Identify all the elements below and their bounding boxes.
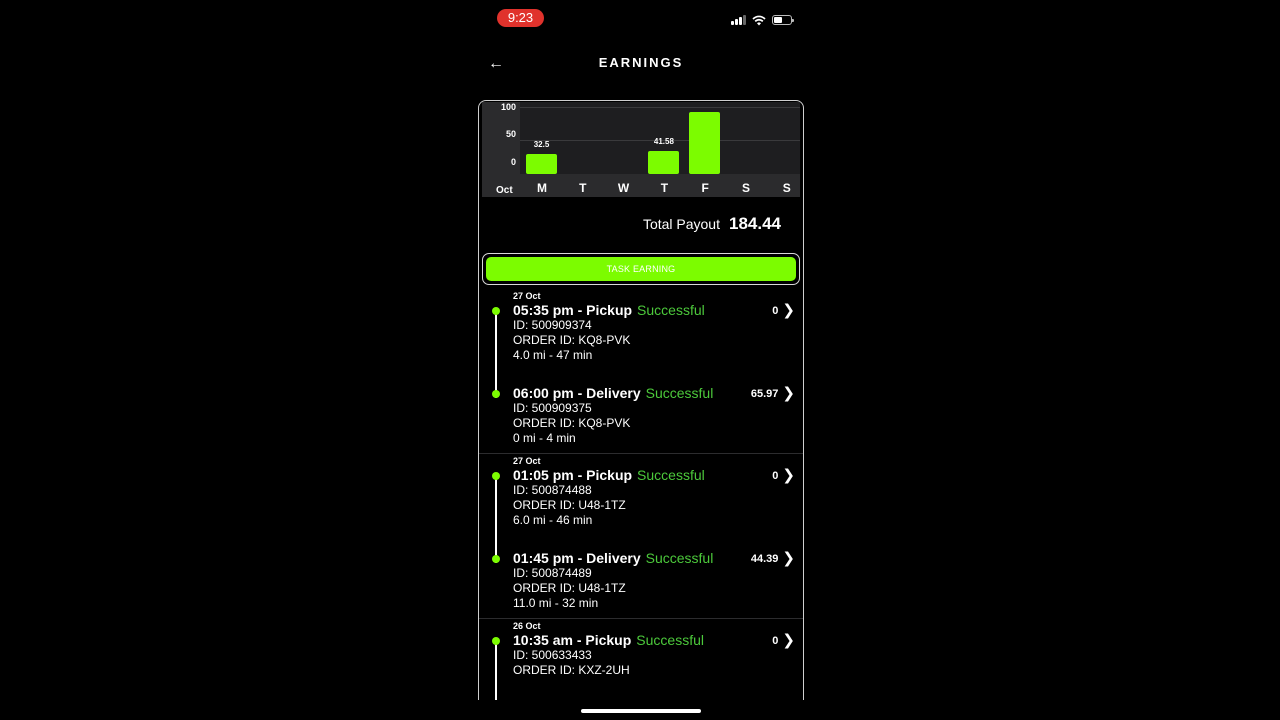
task-amount-value: 0 — [772, 634, 779, 647]
task-date: 27 Oct — [513, 456, 541, 466]
tab-container: TASK EARNING — [482, 253, 800, 285]
task-amount-value: 0 — [772, 304, 779, 317]
task-time-type-text: 10:35 am - Pickup — [513, 632, 632, 648]
y-tick-label: 50 — [505, 129, 516, 139]
chart-bar[interactable] — [689, 112, 721, 174]
chevron-right-icon: ❯ — [782, 385, 795, 402]
timeline-dot — [492, 555, 500, 563]
timeline-line — [495, 311, 497, 398]
task-id: ID: 500874489 — [513, 566, 592, 580]
task-time-type: 10:35 am - Pickup Successful — [513, 632, 793, 648]
task-order-id: ORDER ID: KXZ-2UH — [513, 663, 630, 677]
task-amount-value: 44.39 — [750, 552, 779, 565]
chart-bar[interactable] — [648, 150, 680, 174]
task-time-type: 05:35 pm - Pickup Successful — [513, 302, 793, 318]
task-status: Successful — [636, 632, 704, 648]
task-order-id: ORDER ID: U48-1TZ — [513, 498, 626, 512]
task-id: ID: 500874488 — [513, 483, 592, 497]
task-amount-value: 65.97 — [750, 387, 779, 400]
x-tick-label: S — [782, 181, 791, 195]
timeline-dot — [492, 637, 500, 645]
task-date: 26 Oct — [513, 621, 541, 631]
home-indicator — [581, 709, 701, 713]
battery-icon — [772, 15, 794, 25]
chart-bar[interactable] — [526, 154, 557, 174]
task-group: 26 Oct 10:35 am - Pickup Successful ID: 500… — [479, 619, 803, 700]
task-distance: 11.0 mi - 32 min — [513, 596, 599, 610]
task-amount[interactable]: 65.97 ❯ — [751, 386, 795, 401]
total-payout-value: 184.44 — [729, 214, 781, 233]
x-tick-label: M — [537, 181, 547, 195]
task-order-id: ORDER ID: KQ8-PVK — [513, 416, 631, 430]
signal-icon — [731, 15, 746, 25]
earnings-card: 32.5 41.58 Oct M T W T F S S 100 50 0 Total Payout… — [478, 100, 804, 700]
task-distance: 0 mi - 4 min — [513, 431, 576, 445]
task-distance: 6.0 mi - 46 min — [513, 513, 593, 527]
task-amount[interactable]: 0 ❯ — [772, 633, 795, 648]
chevron-right-icon: ❯ — [782, 302, 795, 319]
tab-task-earning[interactable]: TASK EARNING — [486, 257, 796, 281]
phone-screen: 9:23 ← EARNINGS 32.5 41.58 Oct M T W T F S S 100… — [478, 0, 804, 720]
timeline-dot — [492, 390, 500, 398]
total-payout-label: Total Payout — [642, 216, 720, 232]
bar-value-label: 41.58 — [653, 136, 674, 146]
earnings-bar-chart: 32.5 41.58 Oct M T W T F S S 100 50 0 — [482, 102, 800, 197]
task-amount[interactable]: 0 ❯ — [772, 303, 795, 318]
chart-month-label: Oct — [496, 185, 513, 196]
chevron-right-icon: ❯ — [782, 550, 795, 567]
task-status: Successful — [637, 302, 705, 318]
status-icons — [731, 14, 794, 26]
bar-value-label: 32.5 — [533, 140, 550, 149]
timeline-line — [495, 476, 497, 563]
timeline-line — [495, 641, 497, 700]
y-tick-label: 100 — [500, 102, 516, 112]
task-time-type-text: 01:05 pm - Pickup — [513, 467, 633, 483]
task-amount[interactable]: 0 ❯ — [772, 468, 795, 483]
chart-plot-area: 32.5 41.58 — [520, 102, 800, 174]
task-status: Successful — [637, 467, 705, 483]
x-tick-label: F — [701, 181, 709, 195]
task-id: ID: 500633433 — [513, 648, 592, 662]
y-tick-label: 0 — [510, 157, 516, 167]
page-title: EARNINGS — [598, 55, 684, 70]
task-time-type-text: 06:00 pm - Delivery — [513, 385, 641, 401]
wifi-icon — [752, 15, 766, 25]
task-order-id: ORDER ID: KQ8-PVK — [513, 333, 631, 347]
task-list: 27 Oct 05:35 pm - Pickup Successful ID: 500… — [479, 289, 803, 700]
task-entry[interactable]: 05:35 pm - Pickup Successful ID: 500909374… — [513, 302, 793, 363]
total-payout: Total Payout 184.44 — [643, 214, 781, 234]
task-status: Successful — [645, 550, 714, 566]
task-date: 27 Oct — [513, 291, 541, 301]
x-tick-label: T — [579, 181, 587, 195]
task-time-type: 01:05 pm - Pickup Successful — [513, 467, 793, 483]
task-id: ID: 500909374 — [513, 318, 592, 332]
task-amount-value: 0 — [772, 469, 779, 482]
x-tick-label: S — [741, 181, 750, 195]
task-time-type-text: 05:35 pm - Pickup — [513, 302, 633, 318]
task-distance: 4.0 mi - 47 min — [513, 348, 593, 362]
task-group: 27 Oct 05:35 pm - Pickup Successful ID: 500… — [479, 289, 803, 454]
task-group: 27 Oct 01:05 pm - Pickup Successful ID: 500… — [479, 454, 803, 619]
task-amount[interactable]: 44.39 ❯ — [751, 551, 795, 566]
task-time-type-text: 01:45 pm - Delivery — [513, 550, 641, 566]
task-status: Successful — [645, 385, 714, 401]
x-tick-label: T — [660, 181, 669, 195]
chevron-right-icon: ❯ — [782, 632, 795, 649]
task-order-id: ORDER ID: U48-1TZ — [513, 581, 626, 595]
status-time: 9:23 — [497, 9, 544, 27]
task-entry[interactable]: 10:35 am - Pickup Successful ID: 500633433… — [513, 632, 793, 678]
timeline-dot — [492, 472, 500, 480]
timeline-dot — [492, 307, 500, 315]
task-id: ID: 500909375 — [513, 401, 592, 415]
x-tick-label: W — [617, 181, 630, 195]
chevron-right-icon: ❯ — [782, 467, 795, 484]
task-entry[interactable]: 01:05 pm - Pickup Successful ID: 500874488… — [513, 467, 793, 528]
